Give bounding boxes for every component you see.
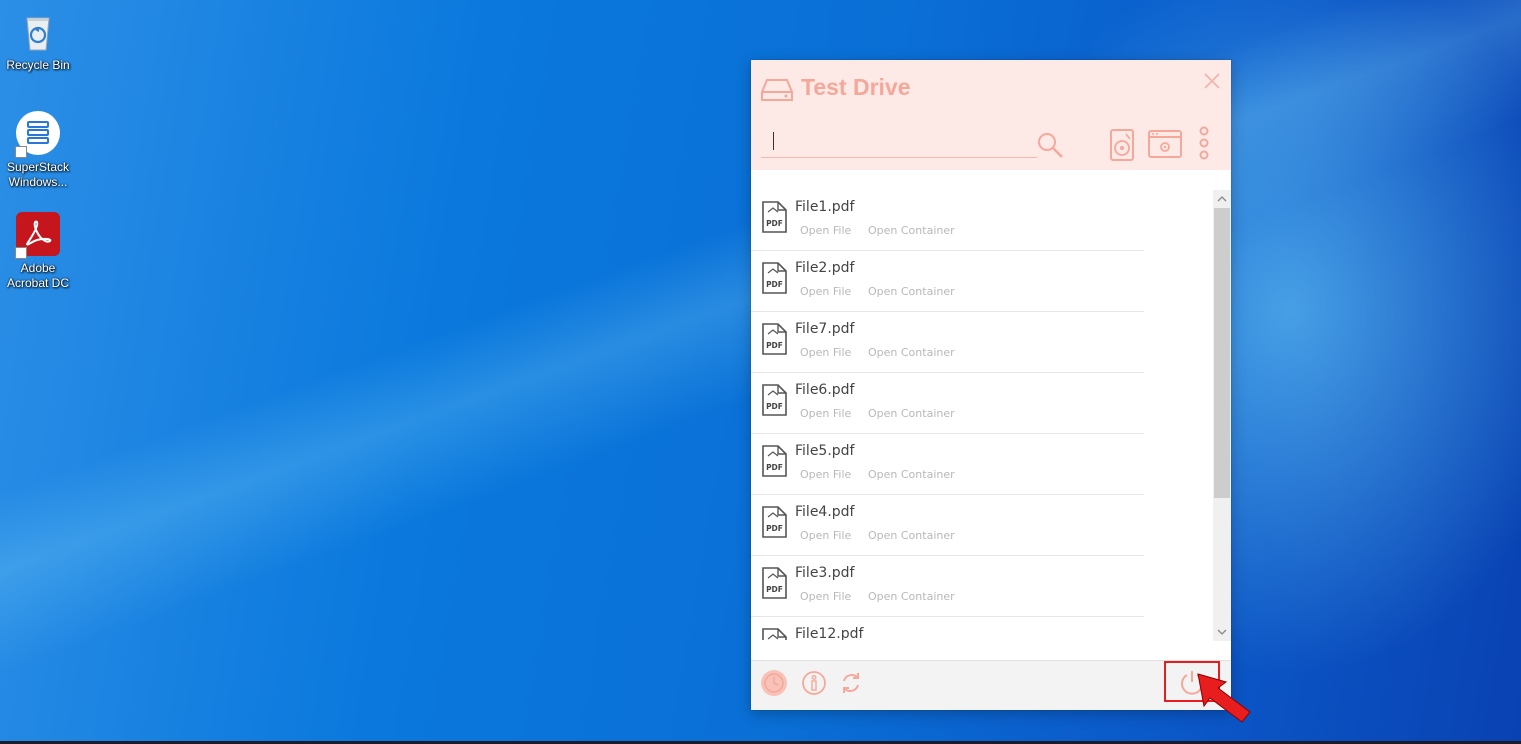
info-icon [802, 671, 826, 695]
text-caret [773, 132, 774, 150]
desktop-icon-superstack[interactable]: SuperStack Windows... [0, 110, 76, 190]
open-file-link[interactable]: Open File [800, 590, 851, 603]
open-container-link[interactable]: Open Container [868, 529, 955, 542]
open-container-link[interactable]: Open Container [868, 407, 955, 420]
file-name: File6.pdf [795, 382, 855, 398]
chevron-up-icon [1217, 196, 1227, 202]
pdf-icon-label: PDF [766, 219, 783, 228]
file-row[interactable]: PDF File4.pdf Open File Open Container [751, 495, 1144, 556]
settings-window-button[interactable] [1148, 130, 1182, 162]
clock-icon [761, 670, 787, 696]
scrollbar[interactable] [1213, 190, 1231, 641]
file-row[interactable]: PDF File2.pdf Open File Open Container [751, 251, 1144, 312]
desktop-icon-recycle-bin[interactable]: Recycle Bin [0, 8, 76, 73]
file-row[interactable]: PDF File7.pdf Open File Open Container [751, 312, 1144, 373]
disk-button[interactable] [1109, 128, 1135, 166]
window-header: Test Drive [751, 60, 1231, 170]
sync-icon [843, 673, 859, 693]
chevron-down-icon [1217, 629, 1227, 635]
window-settings-icon [1148, 130, 1182, 158]
file-row[interactable]: PDF File1.pdf Open File Open Container [751, 190, 1144, 251]
open-container-link[interactable]: Open Container [868, 468, 955, 481]
close-button[interactable] [1203, 72, 1221, 90]
red-pointer-arrow-icon [1196, 672, 1254, 728]
recycle-bin-icon [15, 8, 61, 54]
shortcut-arrow-icon [15, 247, 27, 259]
open-file-link[interactable]: Open File [800, 468, 851, 481]
window-footer [751, 660, 1231, 710]
file-name: File5.pdf [795, 443, 855, 459]
pdf-icon-label: PDF [766, 585, 783, 594]
file-row[interactable]: PDF File6.pdf Open File Open Container [751, 373, 1144, 434]
file-row[interactable]: PDF File5.pdf Open File Open Container [751, 434, 1144, 495]
file-name: File2.pdf [795, 260, 855, 276]
file-name: File3.pdf [795, 565, 855, 581]
open-file-link[interactable]: Open File [800, 224, 851, 237]
file-row[interactable]: PDFFile12.pdfOpen FileOpen Container [751, 617, 1144, 640]
superstack-icon [15, 110, 61, 158]
file-name: File7.pdf [795, 321, 855, 337]
pdf-file-icon: PDF [761, 201, 787, 237]
pdf-icon-label: PDF [766, 341, 783, 350]
open-container-link[interactable]: Open Container [868, 285, 955, 298]
close-icon [1204, 73, 1220, 89]
pdf-file-icon: PDF [761, 628, 787, 640]
desktop-icon-label: Recycle Bin [6, 58, 70, 72]
open-container-link[interactable]: Open Container [868, 590, 955, 603]
history-button[interactable] [760, 669, 788, 701]
open-file-link[interactable]: Open File [800, 346, 851, 359]
file-row[interactable]: PDF File3.pdf Open File Open Container [751, 556, 1144, 617]
search-input[interactable] [761, 128, 1037, 158]
more-vertical-icon [1199, 126, 1209, 160]
hard-drive-icon [761, 76, 793, 108]
pdf-icon-label: PDF [766, 280, 783, 289]
file-name: File1.pdf [795, 199, 855, 215]
sync-button[interactable] [837, 669, 865, 701]
pdf-file-icon: PDF [761, 262, 787, 298]
pdf-file-icon: PDF [761, 445, 787, 481]
window-title: Test Drive [801, 74, 911, 100]
pdf-icon-label: PDF [766, 402, 783, 411]
pdf-file-icon: PDF [761, 323, 787, 359]
file-list: PDF File1.pdf Open File Open Container PDF Fi… [751, 190, 1213, 640]
pdf-file-icon: PDF [761, 567, 787, 603]
search-button[interactable] [1035, 130, 1065, 164]
open-container-link[interactable]: Open Container [868, 224, 955, 237]
desktop: Recycle Bin SuperStack Windows... Adobe … [0, 0, 1521, 744]
scroll-down-button[interactable] [1213, 623, 1231, 641]
open-file-link[interactable]: Open File [800, 285, 851, 298]
desktop-icon-adobe-acrobat[interactable]: Adobe Acrobat DC [0, 211, 76, 291]
pdf-file-icon: PDF [761, 506, 787, 542]
shortcut-arrow-icon [15, 146, 27, 158]
pdf-icon-label: PDF [766, 524, 783, 533]
search-icon [1038, 133, 1063, 158]
pdf-icon-label: PDF [766, 463, 783, 472]
scroll-thumb[interactable] [1214, 208, 1230, 498]
more-options-button[interactable] [1197, 126, 1211, 166]
open-file-link[interactable]: Open File [800, 529, 851, 542]
test-drive-window: Test Drive PDF File1.pdf Open File Open … [751, 60, 1231, 710]
file-name: File4.pdf [795, 504, 855, 520]
desktop-icon-label: Adobe Acrobat DC [6, 261, 70, 290]
info-button[interactable] [800, 669, 828, 701]
file-name: File12.pdf [795, 626, 864, 640]
pdf-file-icon: PDF [761, 384, 787, 420]
hard-disk-icon [1110, 129, 1134, 161]
scroll-up-button[interactable] [1213, 190, 1231, 208]
desktop-icon-label: SuperStack Windows... [6, 160, 70, 189]
open-container-link[interactable]: Open Container [868, 346, 955, 359]
acrobat-icon [15, 211, 61, 259]
open-file-link[interactable]: Open File [800, 407, 851, 420]
